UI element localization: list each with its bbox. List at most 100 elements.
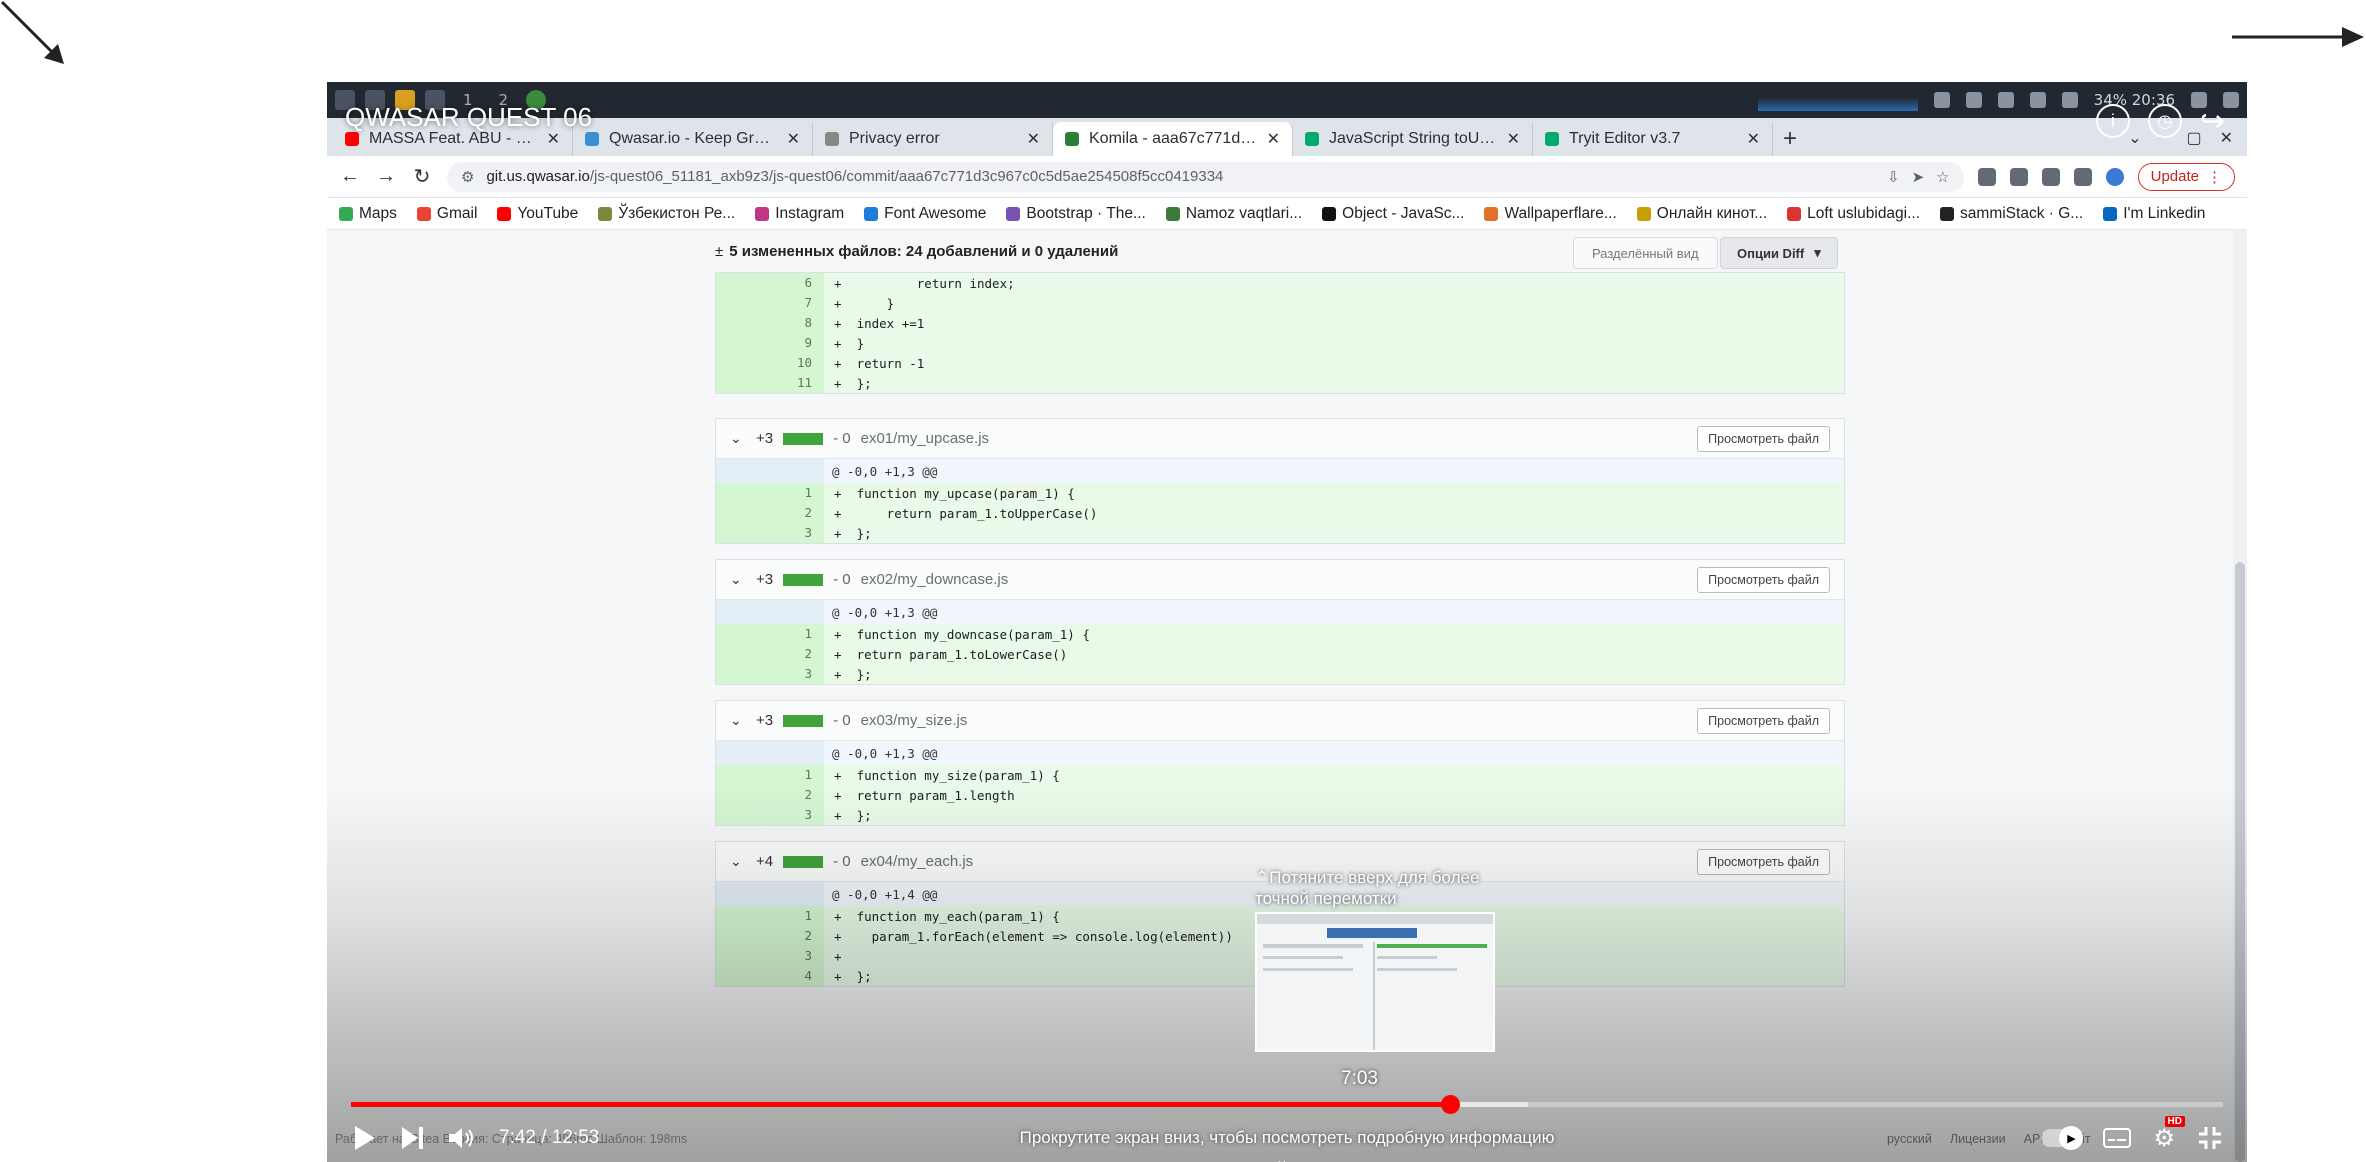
video-title[interactable]: QWASAR QUEST 06 [345, 102, 592, 133]
line-number[interactable]: 7 [716, 293, 824, 313]
tab-komila-commit[interactable]: Komila - aaa67c771d - js-q ✕ [1053, 122, 1293, 156]
hunk-header: @ -0,0 +1,3 @@ [716, 459, 1844, 483]
back-icon[interactable]: ← [339, 165, 361, 188]
bookmark-item[interactable]: Loft uslubidagi... [1787, 205, 1920, 223]
bookmark-item[interactable]: Gmail [416, 204, 478, 223]
info-icon[interactable]: i [2095, 104, 2130, 138]
bell-icon[interactable] [2061, 92, 2078, 108]
diff-options-button[interactable]: Опции Diff ▾ [1720, 237, 1838, 269]
fullscreen-exit-icon[interactable] [2197, 1125, 2223, 1151]
subtitles-icon[interactable] [2103, 1126, 2132, 1150]
new-tab-button[interactable]: + [1773, 122, 1807, 156]
line-number[interactable]: 2 [716, 503, 824, 523]
site-info-icon[interactable]: ⚙ [461, 168, 474, 186]
video-player[interactable]: 1 2 34% 20:36 MASSA Feat. ABU - Benj ✕ Q… [327, 82, 2247, 1162]
volume-icon[interactable] [447, 1124, 477, 1152]
settings-icon[interactable]: ⚙ HD [2153, 1115, 2185, 1153]
bookmark-item[interactable]: Object - JavaSc... [1322, 205, 1464, 223]
additions-count: +3 [756, 430, 774, 447]
line-number[interactable]: 11 [716, 373, 824, 393]
share-icon[interactable]: ↪ [2200, 104, 2225, 139]
bookmark-item[interactable]: Maps [339, 205, 397, 223]
file-diff: ⌄ +3 - 0 ex01/my_upcase.js Просмотреть файл @… [715, 418, 1845, 544]
bookmark-label: Font Awesome [884, 204, 987, 222]
line-number[interactable]: 10 [716, 353, 824, 373]
bookmark-favicon-icon [2103, 206, 2118, 221]
install-icon[interactable]: ⇩ [1887, 168, 1900, 186]
close-icon[interactable]: ✕ [1027, 129, 1040, 149]
autoplay-toggle[interactable]: ▶ [2041, 1126, 2084, 1150]
next-icon[interactable] [399, 1124, 425, 1152]
line-number[interactable]: 1 [716, 483, 824, 503]
bookmark-item[interactable]: Instagram [755, 205, 844, 223]
wifi-icon[interactable] [1965, 92, 1982, 108]
side-panel-icon[interactable] [2073, 167, 2092, 186]
total-time: 12:53 [551, 1127, 600, 1148]
close-icon[interactable]: ✕ [787, 129, 800, 149]
line-number[interactable]: 8 [716, 313, 824, 333]
bookmark-item[interactable]: Font Awesome [864, 205, 986, 223]
line-number[interactable]: 6 [716, 273, 824, 293]
bookmark-item[interactable]: I'm Linkedin [2103, 205, 2205, 223]
reading-list-icon[interactable] [2041, 167, 2060, 186]
camera-icon[interactable] [1933, 92, 1950, 108]
file-name-link[interactable]: ex01/my_upcase.js [861, 430, 989, 447]
file-name-link[interactable]: ex03/my_size.js [861, 712, 968, 729]
power-icon[interactable] [2223, 92, 2239, 108]
hunk-header: @ -0,0 +1,3 @@ [716, 741, 1844, 765]
profile-avatar-icon[interactable] [2105, 167, 2124, 186]
bookmark-star-icon[interactable]: ☆ [1936, 168, 1949, 186]
view-file-button[interactable]: Просмотреть файл [1697, 707, 1830, 734]
close-icon[interactable]: ✕ [1747, 129, 1760, 149]
split-view-button[interactable]: Разделённый вид [1573, 237, 1718, 269]
send-icon[interactable]: ➤ [1912, 168, 1925, 186]
cpu-graph [1757, 89, 1918, 111]
scrubber-handle[interactable] [1440, 1095, 1460, 1114]
diff-line: 8 + index +=1 [716, 313, 1844, 333]
line-number[interactable]: 3 [716, 523, 824, 543]
clock-icon[interactable]: ◷ [2147, 104, 2182, 138]
tab-qwasar[interactable]: Qwasar.io - Keep Growin ✕ [573, 122, 813, 156]
tab-privacy-error[interactable]: Privacy error ✕ [813, 122, 1053, 156]
file-header: ⌄ +3 - 0 ex01/my_upcase.js Просмотреть файл [716, 419, 1844, 459]
extension-icon[interactable] [1977, 167, 1996, 186]
view-file-button[interactable]: Просмотреть файл [1697, 425, 1830, 452]
play-icon[interactable] [351, 1124, 377, 1152]
tab-touppercase[interactable]: JavaScript String toUppe ✕ [1293, 122, 1533, 156]
update-label: Update [2150, 168, 2199, 185]
bookmark-label: Gmail [436, 204, 478, 222]
line-number[interactable]: 1 [716, 624, 824, 644]
bookmark-item[interactable]: sammiStack · G... [1940, 205, 2083, 223]
update-button[interactable]: Update ⋮ [2137, 162, 2235, 191]
view-file-button[interactable]: Просмотреть файл [1697, 566, 1830, 593]
bookmark-label: YouTube [517, 204, 579, 222]
close-icon[interactable]: ✕ [1507, 129, 1520, 149]
tab-tryit-editor[interactable]: Tryit Editor v3.7 ✕ [1533, 122, 1773, 156]
line-number[interactable]: 2 [716, 644, 824, 664]
url-domain: git.us.qwasar.io [486, 168, 590, 185]
reload-icon[interactable]: ↻ [411, 164, 433, 189]
address-bar[interactable]: ⚙ git.us.qwasar.io/js-quest06_51181_axb9… [447, 161, 1964, 192]
bookmark-item[interactable]: Ўзбекистон Ре... [598, 205, 735, 223]
w3schools-favicon-icon [1305, 132, 1319, 146]
bookmark-item[interactable]: YouTube [497, 205, 578, 223]
line-number[interactable]: 3 [716, 664, 824, 684]
chevron-down-icon[interactable]: ⌄ [730, 571, 746, 588]
line-number[interactable]: 9 [716, 333, 824, 353]
forward-icon[interactable]: → [375, 165, 397, 188]
bookmark-item[interactable]: Wallpaperflare... [1484, 205, 1617, 223]
puzzle-extensions-icon[interactable] [2009, 167, 2028, 186]
bookmark-item[interactable]: Онлайн кинот... [1636, 205, 1767, 223]
bookmark-item[interactable]: Bootstrap · The... [1006, 205, 1146, 223]
chevron-down-icon[interactable]: ⌄ [730, 430, 746, 447]
pointer-arrow-left [0, 0, 64, 64]
bookmark-item[interactable]: Namoz vaqtlari... [1165, 205, 1302, 223]
hunk-text: @ -0,0 +1,3 @@ [832, 745, 938, 761]
telegram-icon[interactable] [1997, 92, 2014, 108]
close-icon[interactable]: ✕ [1267, 129, 1280, 149]
progress-bar[interactable] [351, 1095, 2223, 1114]
volume-tray-icon[interactable] [2029, 92, 2046, 108]
chevron-down-icon[interactable]: ⌄ [730, 712, 746, 729]
bookmark-favicon-icon [497, 206, 512, 221]
file-name-link[interactable]: ex02/my_downcase.js [861, 571, 1009, 588]
